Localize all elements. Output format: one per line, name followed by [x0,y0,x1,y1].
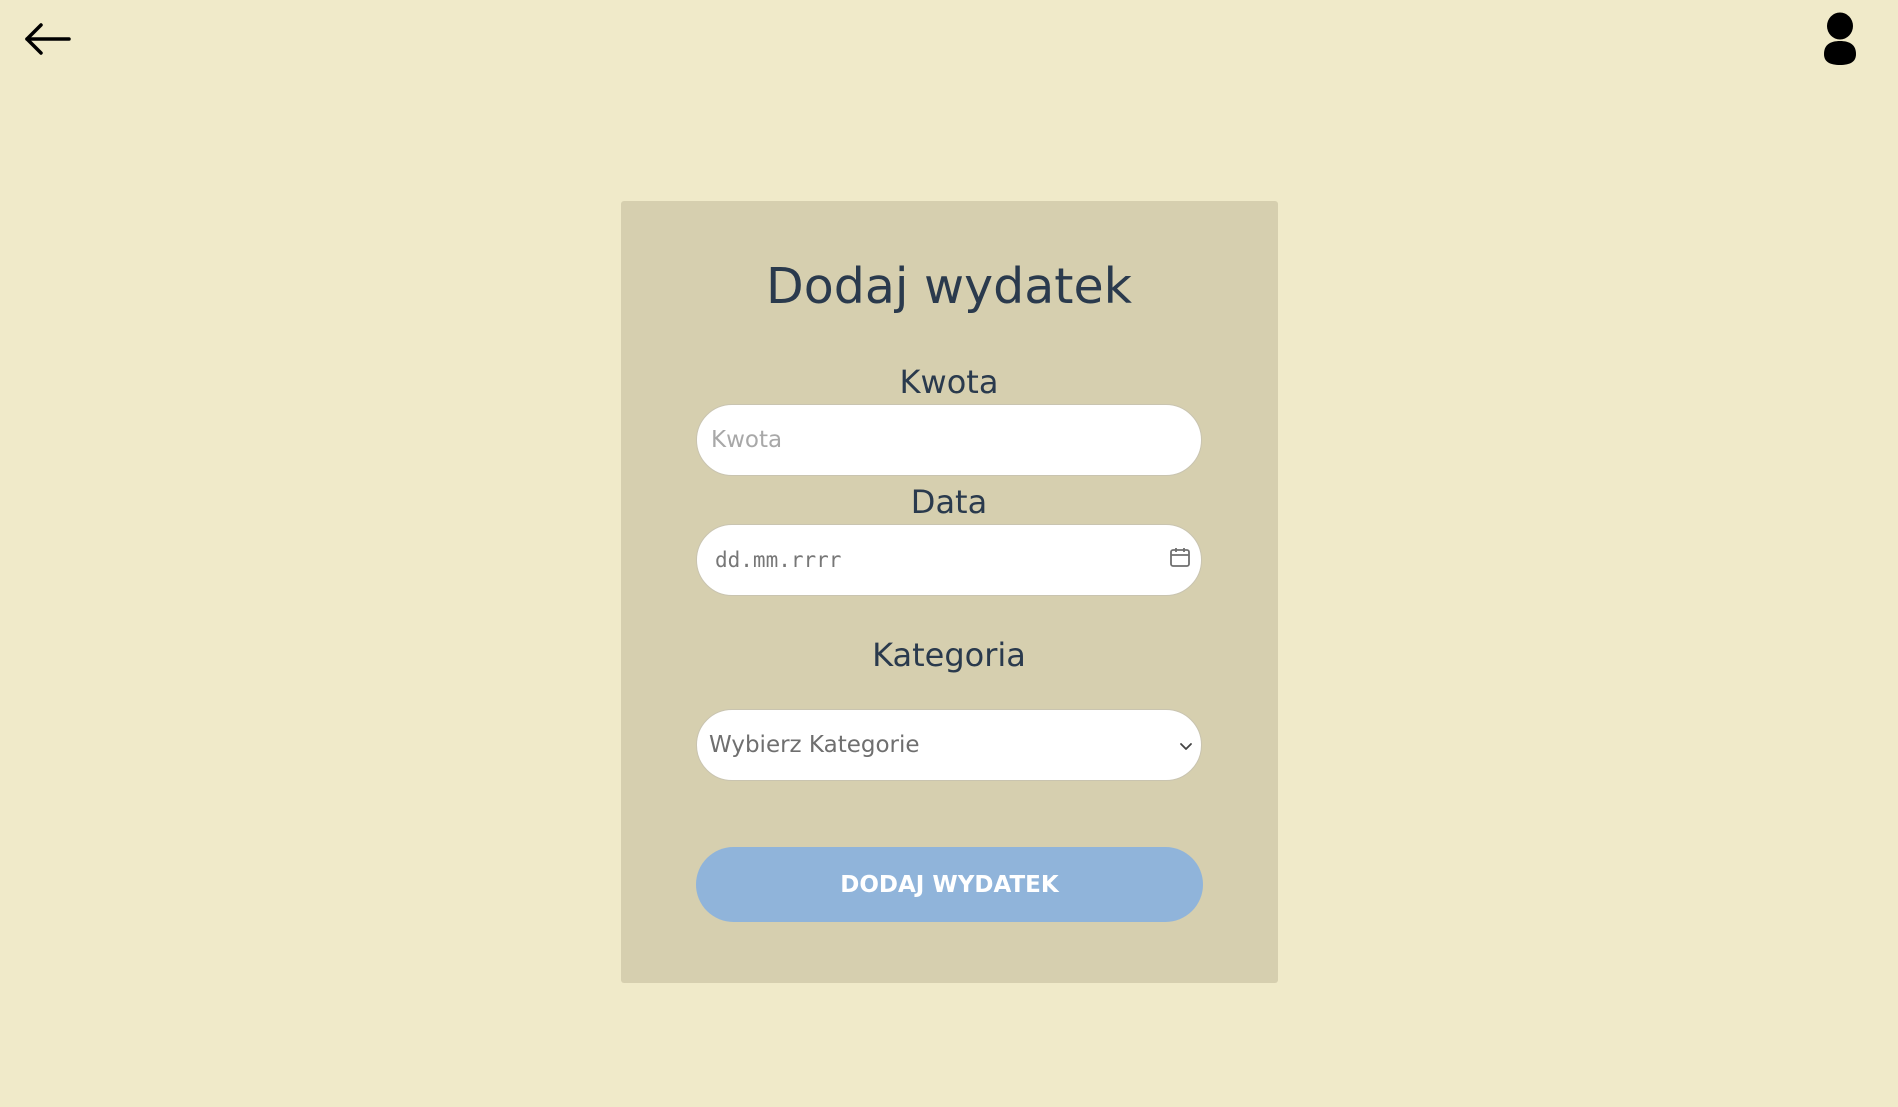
date-label: Data [910,483,988,521]
page: Dodaj wydatek Kwota Data dd.mm.rrrr Kate… [0,0,1898,1107]
user-profile-button[interactable] [1820,12,1860,70]
page-title: Dodaj wydatek [766,258,1132,315]
category-select[interactable]: Wybierz Kategorie [696,709,1202,781]
date-placeholder: dd.mm.rrrr [715,548,842,572]
amount-label: Kwota [899,363,999,401]
category-label: Kategoria [872,636,1026,674]
chevron-down-icon [1179,732,1193,758]
amount-field[interactable] [696,404,1202,476]
calendar-icon[interactable] [1169,546,1191,574]
back-button[interactable] [22,20,74,62]
date-field[interactable]: dd.mm.rrrr [696,524,1202,596]
amount-input[interactable] [709,426,1189,454]
add-expense-button[interactable]: DODAJ WYDATEK [696,847,1203,922]
category-selected-value: Wybierz Kategorie [709,732,920,758]
user-icon [1822,12,1858,70]
arrow-left-icon [25,22,71,60]
